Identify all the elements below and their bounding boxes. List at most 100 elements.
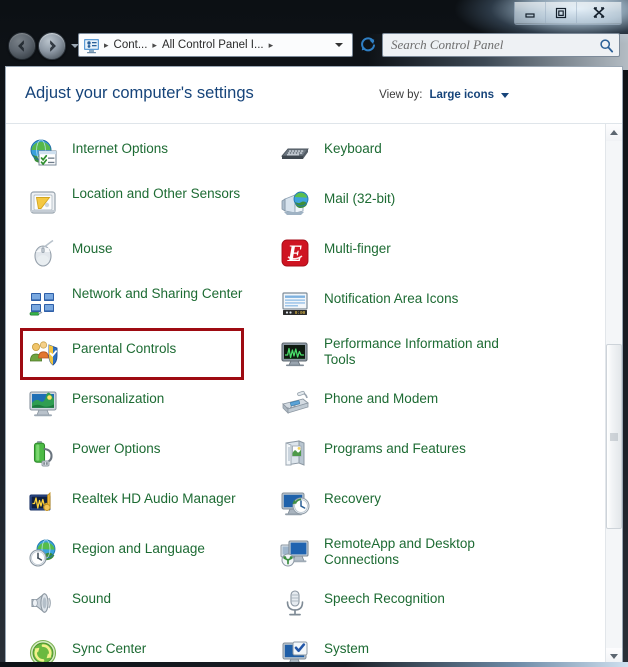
- control-panel-row: Power Options Programs and Features: [6, 432, 622, 482]
- control-panel-item-performance-information-and-tools[interactable]: Performance Information and Tools: [258, 332, 510, 382]
- network-sharing-icon: [26, 286, 60, 320]
- control-panel-item-label: Sound: [72, 591, 112, 606]
- control-panel-icon: [83, 37, 100, 54]
- keyboard-icon: [278, 136, 312, 170]
- forward-arrow-icon: [50, 40, 56, 52]
- control-panel-item-network-and-sharing-center[interactable]: Network and Sharing Center: [6, 282, 258, 332]
- items-scroll-region: Internet Options Keyboard Location and O…: [6, 124, 622, 664]
- parental-controls-icon: [26, 336, 60, 370]
- power-options-icon: [26, 436, 60, 470]
- system-icon: [278, 636, 312, 664]
- control-panel-item-notification-area-icons[interactable]: 0:00 Notification Area Icons: [258, 282, 510, 332]
- control-panel-row: Realtek HD Audio Manager Recovery: [6, 482, 622, 532]
- control-panel-client-area: Adjust your computer's settings View by:…: [5, 66, 623, 664]
- view-by-label: View by:: [379, 89, 423, 101]
- control-panel-item-sound[interactable]: Sound: [6, 582, 258, 632]
- close-icon: [593, 7, 605, 18]
- speech-recognition-icon: [278, 586, 312, 620]
- location-sensors-icon: [26, 186, 60, 220]
- refresh-button[interactable]: [357, 34, 379, 56]
- forward-button[interactable]: [38, 32, 66, 60]
- internet-options-icon: [26, 136, 60, 170]
- control-panel-item-mouse[interactable]: Mouse: [6, 232, 258, 282]
- region-language-icon: [26, 536, 60, 570]
- multi-finger-icon: E: [278, 236, 312, 270]
- programs-features-icon: [278, 436, 312, 470]
- view-by-value[interactable]: Large icons: [429, 89, 494, 101]
- control-panel-item-internet-options[interactable]: Internet Options: [6, 132, 258, 182]
- control-panel-item-label: Sync Center: [72, 641, 147, 656]
- control-panel-item-label: Notification Area Icons: [324, 291, 459, 306]
- control-panel-item-speech-recognition[interactable]: Speech Recognition: [258, 582, 510, 632]
- vertical-scrollbar[interactable]: [605, 124, 622, 664]
- control-panel-item-sync-center[interactable]: Sync Center: [6, 632, 258, 664]
- control-panel-item-label: Realtek HD Audio Manager: [72, 491, 236, 506]
- breadcrumb-item-0[interactable]: Cont...: [111, 37, 151, 53]
- breadcrumb-separator-2[interactable]: ▸: [267, 40, 276, 51]
- control-panel-item-power-options[interactable]: Power Options: [6, 432, 258, 482]
- control-panel-item-multi-finger[interactable]: E Multi-finger: [258, 232, 510, 282]
- control-panel-item-recovery[interactable]: Recovery: [258, 482, 510, 532]
- control-panel-row: Sound Speech Recognition: [6, 582, 622, 632]
- maximize-icon: [555, 7, 567, 18]
- svg-text:E: E: [286, 241, 302, 266]
- content-header: Adjust your computer's settings View by:…: [6, 67, 622, 124]
- phone-modem-icon: [278, 386, 312, 420]
- control-panel-item-parental-controls[interactable]: Parental Controls: [6, 332, 258, 382]
- page-title: Adjust your computer's settings: [25, 84, 254, 102]
- performance-icon: [278, 336, 312, 370]
- control-panel-item-label: RemoteApp and Desktop Connections: [324, 536, 475, 568]
- control-panel-item-programs-and-features[interactable]: Programs and Features: [258, 432, 510, 482]
- control-panel-item-remoteapp-and-desktop-connections[interactable]: RemoteApp and Desktop Connections: [258, 532, 510, 582]
- control-panel-item-label: Personalization: [72, 391, 165, 406]
- search-box[interactable]: [382, 33, 620, 57]
- window-caption-buttons: [514, 2, 622, 25]
- back-button[interactable]: [8, 32, 36, 60]
- minimize-button[interactable]: [515, 2, 546, 23]
- scrollbar-grip-icon: [610, 433, 618, 440]
- scroll-up-button[interactable]: [606, 124, 622, 141]
- control-panel-row: Network and Sharing Center 0:00 Notifica…: [6, 282, 622, 332]
- address-bar[interactable]: ▸ Cont... ▸ All Control Panel I... ▸: [78, 33, 353, 57]
- back-arrow-icon: [18, 40, 24, 52]
- notification-area-icon: 0:00: [278, 286, 312, 320]
- control-panel-item-label: Location and Other Sensors: [72, 186, 241, 201]
- breadcrumb-separator-0[interactable]: ▸: [102, 40, 111, 51]
- control-panel-item-label: Mouse: [72, 241, 113, 256]
- breadcrumb-item-1[interactable]: All Control Panel I...: [159, 37, 267, 53]
- control-panel-items-grid: Internet Options Keyboard Location and O…: [6, 124, 622, 664]
- personalization-icon: [26, 386, 60, 420]
- scrollbar-thumb[interactable]: [606, 344, 622, 529]
- breadcrumb-separator-1[interactable]: ▸: [150, 40, 159, 51]
- control-panel-row: Personalization Phone and Modem: [6, 382, 622, 432]
- control-panel-item-label: Parental Controls: [72, 341, 177, 356]
- control-panel-item-region-and-language[interactable]: Region and Language: [6, 532, 258, 582]
- chevron-down-icon[interactable]: [501, 92, 509, 98]
- search-icon[interactable]: [593, 34, 619, 56]
- control-panel-item-label: Speech Recognition: [324, 591, 445, 606]
- control-panel-item-location-and-other-sensors[interactable]: Location and Other Sensors: [6, 182, 258, 232]
- control-panel-item-system[interactable]: System: [258, 632, 510, 664]
- minimize-icon: [525, 12, 535, 18]
- maximize-button[interactable]: [546, 2, 577, 23]
- search-input[interactable]: [383, 36, 593, 54]
- control-panel-item-label: Network and Sharing Center: [72, 286, 243, 301]
- control-panel-item-realtek-hd-audio-manager[interactable]: Realtek HD Audio Manager: [6, 482, 258, 532]
- address-dropdown-button[interactable]: [335, 43, 343, 47]
- control-panel-item-label: Multi-finger: [324, 241, 391, 256]
- triangle-up-icon: [610, 130, 618, 135]
- control-panel-item-phone-and-modem[interactable]: Phone and Modem: [258, 382, 510, 432]
- realtek-audio-icon: [26, 486, 60, 520]
- control-panel-item-mail-32-bit[interactable]: Mail (32-bit): [258, 182, 510, 232]
- refresh-icon: [361, 37, 375, 52]
- control-panel-item-label: Internet Options: [72, 141, 169, 156]
- control-panel-window: ▸ Cont... ▸ All Control Panel I... ▸ Sea…: [0, 0, 628, 667]
- control-panel-item-label: System: [324, 641, 370, 656]
- svg-text:0:00: 0:00: [295, 311, 306, 316]
- close-button[interactable]: [577, 2, 621, 23]
- sync-center-icon: [26, 636, 60, 664]
- control-panel-item-personalization[interactable]: Personalization: [6, 382, 258, 432]
- sound-icon: [26, 586, 60, 620]
- control-panel-item-keyboard[interactable]: Keyboard: [258, 132, 510, 182]
- control-panel-item-label: Programs and Features: [324, 441, 466, 456]
